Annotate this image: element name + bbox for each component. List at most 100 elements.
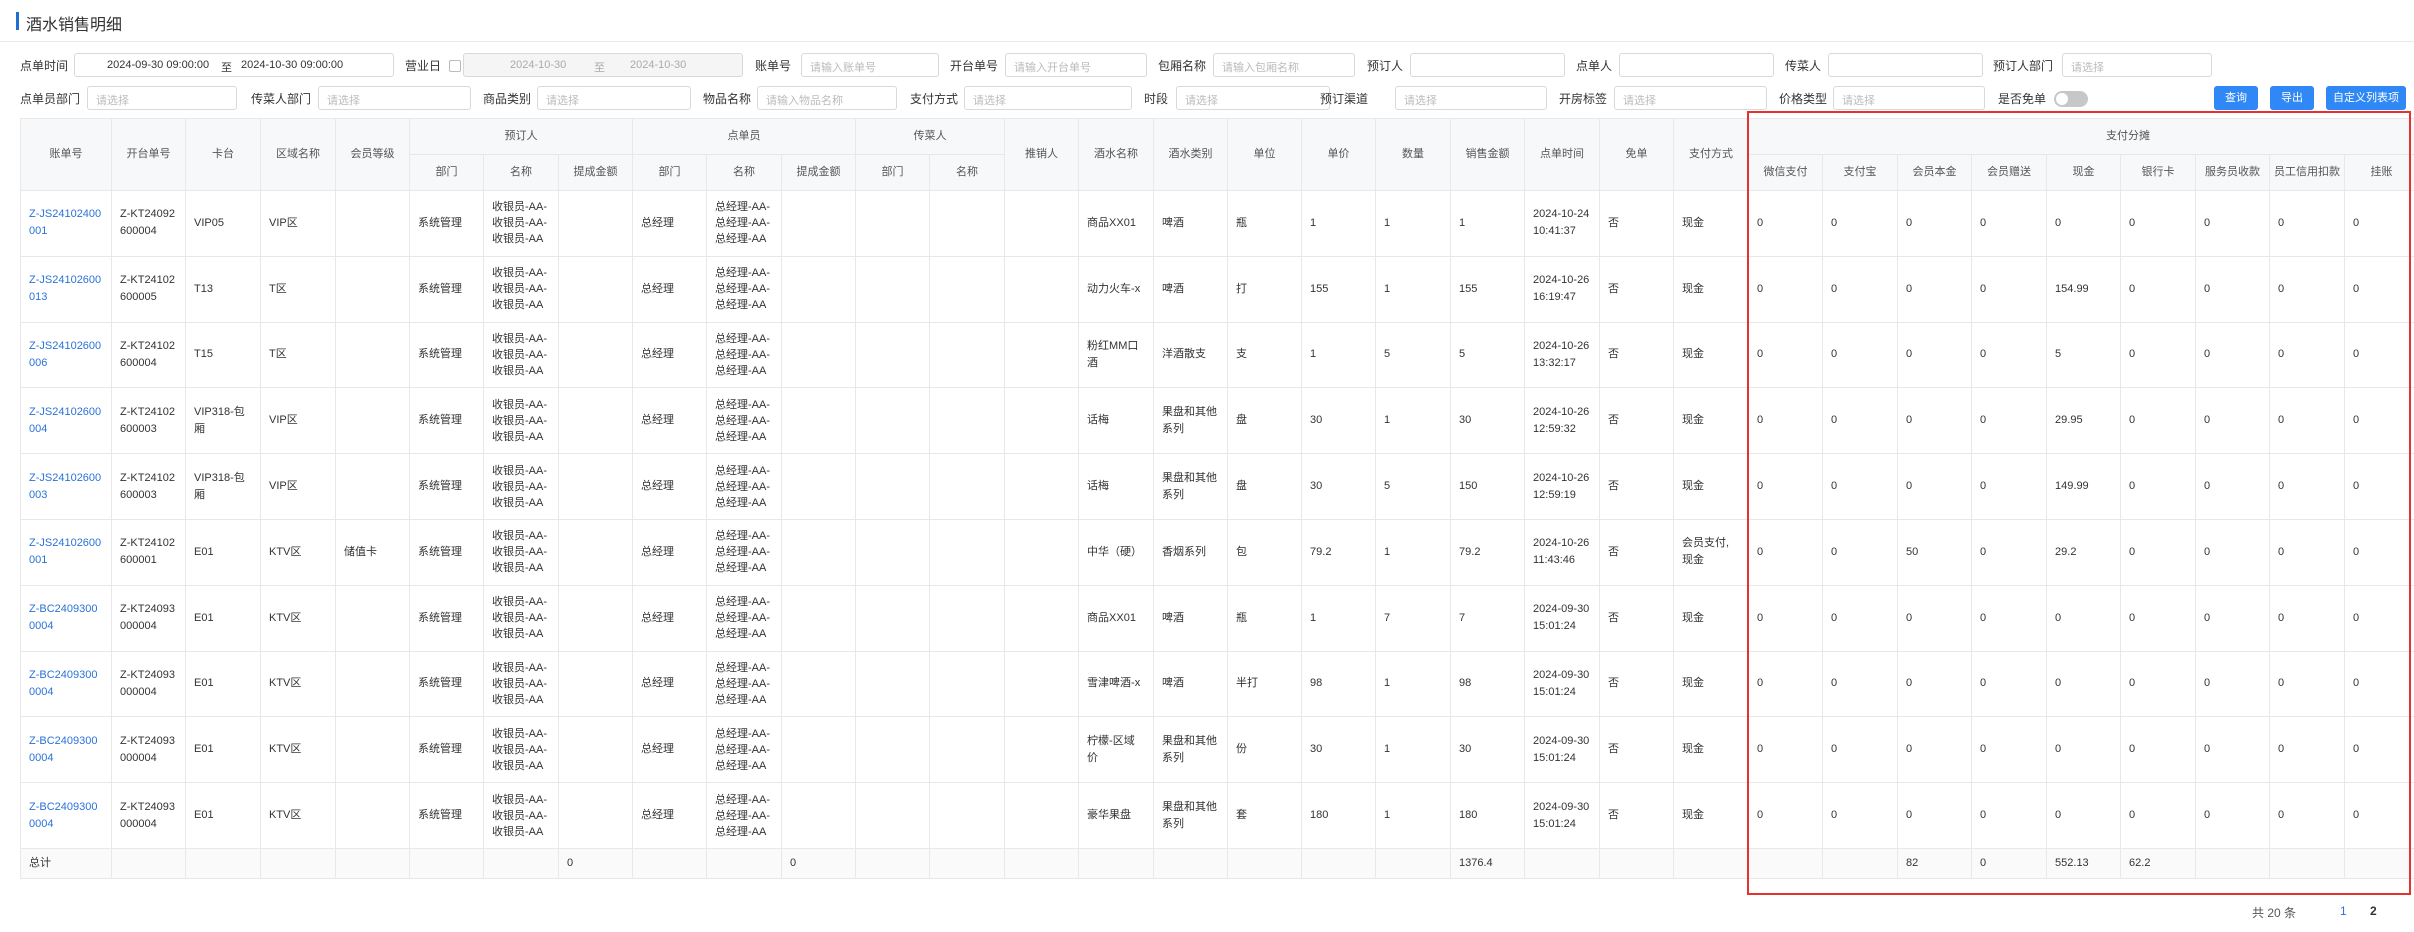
table-row[interactable]: Z-JS24102600001 Z-KT24102600001 E01 KTV区 储值卡… — [20, 518, 2414, 586]
table-row[interactable]: Z-JS24102600013 Z-KT24102600005 T13 T区 系统管理收… — [20, 255, 2414, 323]
pay-method-select[interactable]: 请选择 — [964, 86, 1132, 110]
cell-o-dept: 总经理 — [632, 650, 708, 718]
table-row[interactable]: Z-BC24093000004 Z-KT24093000004 E01 KTV区 系统管… — [20, 584, 2414, 652]
cell-free: 否 — [1599, 387, 1675, 455]
summary-empty — [929, 847, 1006, 879]
pager-page-2[interactable]: 2 — [2370, 904, 2377, 918]
col-table: 卡台 — [185, 118, 261, 191]
goods-category-select[interactable]: 请选择 — [537, 86, 691, 110]
cell-waive: 0 — [2344, 321, 2414, 389]
open-no-label: 开台单号 — [950, 59, 999, 73]
cell-bill-no[interactable]: Z-JS24102600001 — [20, 518, 112, 586]
title-bar: 酒水销售明细 — [0, 0, 2414, 42]
order-time-range[interactable]: 2024-09-30 09:00:00 至 2024-10-30 09:00:0… — [74, 53, 394, 77]
business-day-checkbox[interactable] — [449, 60, 461, 72]
cell-drink-name: 商品XX01 — [1078, 190, 1155, 257]
cell-bill-no[interactable]: Z-BC24093000004 — [20, 650, 112, 718]
cell-free: 否 — [1599, 255, 1675, 323]
cell-s-dept — [855, 716, 931, 784]
cell-bill-no[interactable]: Z-JS24102600013 — [20, 255, 112, 323]
open-no-input[interactable]: 请输入开台单号 — [1005, 53, 1147, 77]
price-type-select[interactable]: 请选择 — [1833, 86, 1985, 110]
cell-o-dept: 总经理 — [632, 782, 708, 849]
cell-wechat: 0 — [1748, 782, 1824, 849]
cell-area: KTV区 — [260, 584, 336, 652]
cell-o-comm — [781, 782, 857, 849]
cell-member-level — [335, 190, 410, 257]
table-row[interactable]: Z-BC24093000004 Z-KT24093000004 E01 KTV区 系统管… — [20, 716, 2414, 784]
period-select[interactable]: 请选择 — [1176, 86, 1330, 110]
room-tag-select[interactable]: 请选择 — [1614, 86, 1767, 110]
cell-qty: 1 — [1375, 518, 1452, 586]
cell-open-no: Z-KT24102600004 — [111, 321, 186, 389]
cell-bill-no[interactable]: Z-JS24102600006 — [20, 321, 112, 389]
cell-b-name: 收银员-AA-收银员-AA-收银员-AA — [483, 716, 559, 784]
cell-b-dept: 系统管理 — [409, 255, 484, 323]
cell-amount: 7 — [1450, 584, 1526, 652]
cell-b-comm — [557, 321, 634, 389]
col-drink-type: 酒水类别 — [1153, 118, 1229, 191]
orderer-input[interactable] — [1619, 53, 1774, 77]
summary-empty — [185, 847, 261, 879]
room-name-input[interactable]: 请输入包厢名称 — [1213, 53, 1355, 77]
summary-empty — [1301, 847, 1377, 879]
cell-bill-no[interactable]: Z-BC24093000004 — [20, 584, 112, 652]
summary-empty — [335, 847, 410, 879]
summary-amount: 1376.4 — [1450, 847, 1526, 879]
item-name-input[interactable]: 请输入物品名称 — [757, 86, 897, 110]
cell-cash: 0 — [2046, 190, 2122, 257]
table-row[interactable]: Z-JS24102600003 Z-KT24102600003 VIP318-包厢 V… — [20, 453, 2414, 520]
bill-no-input[interactable]: 请输入账单号 — [801, 53, 939, 77]
cell-open-no: Z-KT24102600003 — [111, 387, 186, 455]
table-row[interactable]: Z-BC24093000004 Z-KT24093000004 E01 KTV区 系统管… — [20, 650, 2414, 718]
cell-cash: 149.99 — [2046, 453, 2122, 520]
col-bill-no: 账单号 — [20, 118, 112, 191]
booker-input[interactable] — [1410, 53, 1565, 77]
table-row[interactable]: Z-JS24102400001 Z-KT24092600004 VIP05 VIP区 系… — [20, 190, 2414, 257]
query-button[interactable]: 查询 — [2214, 86, 2258, 110]
table-row[interactable]: Z-BC24093000004 Z-KT24093000004 E01 KTV区 系统管… — [20, 782, 2414, 849]
order-time-label: 点单时间 — [20, 59, 69, 73]
cell-card: 0 — [2120, 255, 2197, 323]
cell-amount: 1 — [1450, 190, 1526, 257]
custom-columns-button[interactable]: 自定义列表项 — [2326, 86, 2406, 110]
cell-drink-name: 话梅 — [1078, 453, 1155, 520]
cell-unit: 瓶 — [1227, 190, 1303, 257]
cell-bill-no[interactable]: Z-JS24102400001 — [20, 190, 112, 257]
cell-service-collect: 0 — [2195, 716, 2271, 784]
cell-qty: 1 — [1375, 387, 1452, 455]
room-tag-label: 开房标签 — [1559, 92, 1608, 106]
summary-label: 总计 — [20, 847, 112, 879]
cell-drink-name: 雪津啤酒-x — [1078, 650, 1155, 718]
server-dept-select[interactable]: 请选择 — [318, 86, 471, 110]
export-button[interactable]: 导出 — [2270, 86, 2314, 110]
summary-empty — [1822, 847, 1899, 879]
cell-unit: 打 — [1227, 255, 1303, 323]
table-row[interactable]: Z-JS24102600006 Z-KT24102600004 T15 T区 系统管理收… — [20, 321, 2414, 389]
table-row[interactable]: Z-JS24102600004 Z-KT24102600003 VIP318-包厢 V… — [20, 387, 2414, 455]
cell-b-comm — [557, 255, 634, 323]
summary-empty — [111, 847, 186, 879]
booker-dept-select[interactable]: 请选择 — [2062, 53, 2212, 77]
cell-b-dept: 系统管理 — [409, 650, 484, 718]
cell-area: KTV区 — [260, 716, 336, 784]
orderer-dept-select[interactable]: 请选择 — [87, 86, 237, 110]
cell-price: 180 — [1301, 782, 1377, 849]
server-input[interactable] — [1828, 53, 1983, 77]
is-free-toggle[interactable] — [2054, 91, 2088, 107]
cell-qty: 7 — [1375, 584, 1452, 652]
cell-bill-no[interactable]: Z-BC24093000004 — [20, 782, 112, 849]
cell-o-dept: 总经理 — [632, 255, 708, 323]
cell-cash: 0 — [2046, 584, 2122, 652]
cell-waive: 0 — [2344, 518, 2414, 586]
cell-qty: 1 — [1375, 255, 1452, 323]
cell-bill-no[interactable]: Z-BC24093000004 — [20, 716, 112, 784]
channel-select[interactable]: 请选择 — [1395, 86, 1547, 110]
cell-price: 79.2 — [1301, 518, 1377, 586]
cell-member-gift: 0 — [1971, 321, 2048, 389]
cell-bill-no[interactable]: Z-JS24102600003 — [20, 453, 112, 520]
cell-bill-no[interactable]: Z-JS24102600004 — [20, 387, 112, 455]
cell-cash: 154.99 — [2046, 255, 2122, 323]
pager-page-1[interactable]: 1 — [2340, 904, 2347, 918]
cell-amount: 150 — [1450, 453, 1526, 520]
